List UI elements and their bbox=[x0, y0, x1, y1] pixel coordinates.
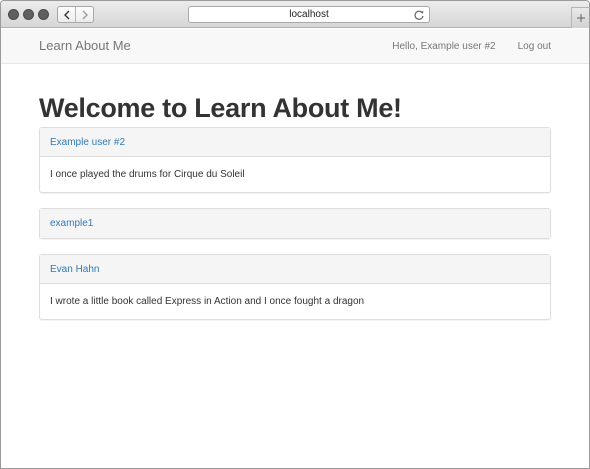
brand-link[interactable]: Learn About Me bbox=[39, 29, 131, 63]
main-content: Welcome to Learn About Me! Example user … bbox=[39, 64, 551, 335]
user-panel: Example user #2 I once played the drums … bbox=[39, 127, 551, 193]
new-tab-button[interactable] bbox=[571, 7, 589, 28]
page-title: Welcome to Learn About Me! bbox=[39, 93, 402, 123]
maximize-window-icon[interactable] bbox=[38, 9, 49, 20]
user-panel-heading: Evan Hahn bbox=[40, 255, 550, 284]
user-profile-link[interactable]: Evan Hahn bbox=[50, 264, 99, 275]
navbar-right: Hello, Example user #2 Log out bbox=[392, 29, 551, 63]
chevron-right-icon bbox=[82, 10, 88, 19]
user-panel-heading: Example user #2 bbox=[40, 128, 550, 157]
history-nav bbox=[57, 6, 94, 23]
profile-link[interactable]: Hello, Example user #2 bbox=[392, 41, 495, 52]
plus-icon bbox=[576, 14, 585, 22]
logout-link[interactable]: Log out bbox=[518, 41, 551, 52]
address-text: localhost bbox=[289, 9, 329, 20]
user-panel: example1 bbox=[39, 208, 551, 239]
user-list: Example user #2 I once played the drums … bbox=[39, 127, 551, 320]
back-button[interactable] bbox=[58, 7, 75, 22]
user-bio: I once played the drums for Cirque du So… bbox=[50, 169, 245, 180]
user-bio: I wrote a little book called Express in … bbox=[50, 296, 365, 307]
close-window-icon[interactable] bbox=[8, 9, 19, 20]
forward-button[interactable] bbox=[75, 7, 93, 22]
address-bar[interactable]: localhost bbox=[188, 6, 430, 23]
user-panel-heading: example1 bbox=[40, 209, 550, 238]
navbar: Learn About Me Hello, Example user #2 Lo… bbox=[1, 29, 589, 64]
browser-window: localhost Learn About Me Hello, Example … bbox=[0, 0, 590, 469]
minimize-window-icon[interactable] bbox=[23, 9, 34, 20]
user-panel: Evan Hahn I wrote a little book called E… bbox=[39, 254, 551, 320]
reload-icon[interactable] bbox=[413, 9, 425, 21]
chevron-left-icon bbox=[63, 10, 69, 19]
user-profile-link[interactable]: Example user #2 bbox=[50, 137, 125, 148]
browser-toolbar: localhost bbox=[1, 1, 589, 28]
user-profile-link[interactable]: example1 bbox=[50, 218, 93, 229]
